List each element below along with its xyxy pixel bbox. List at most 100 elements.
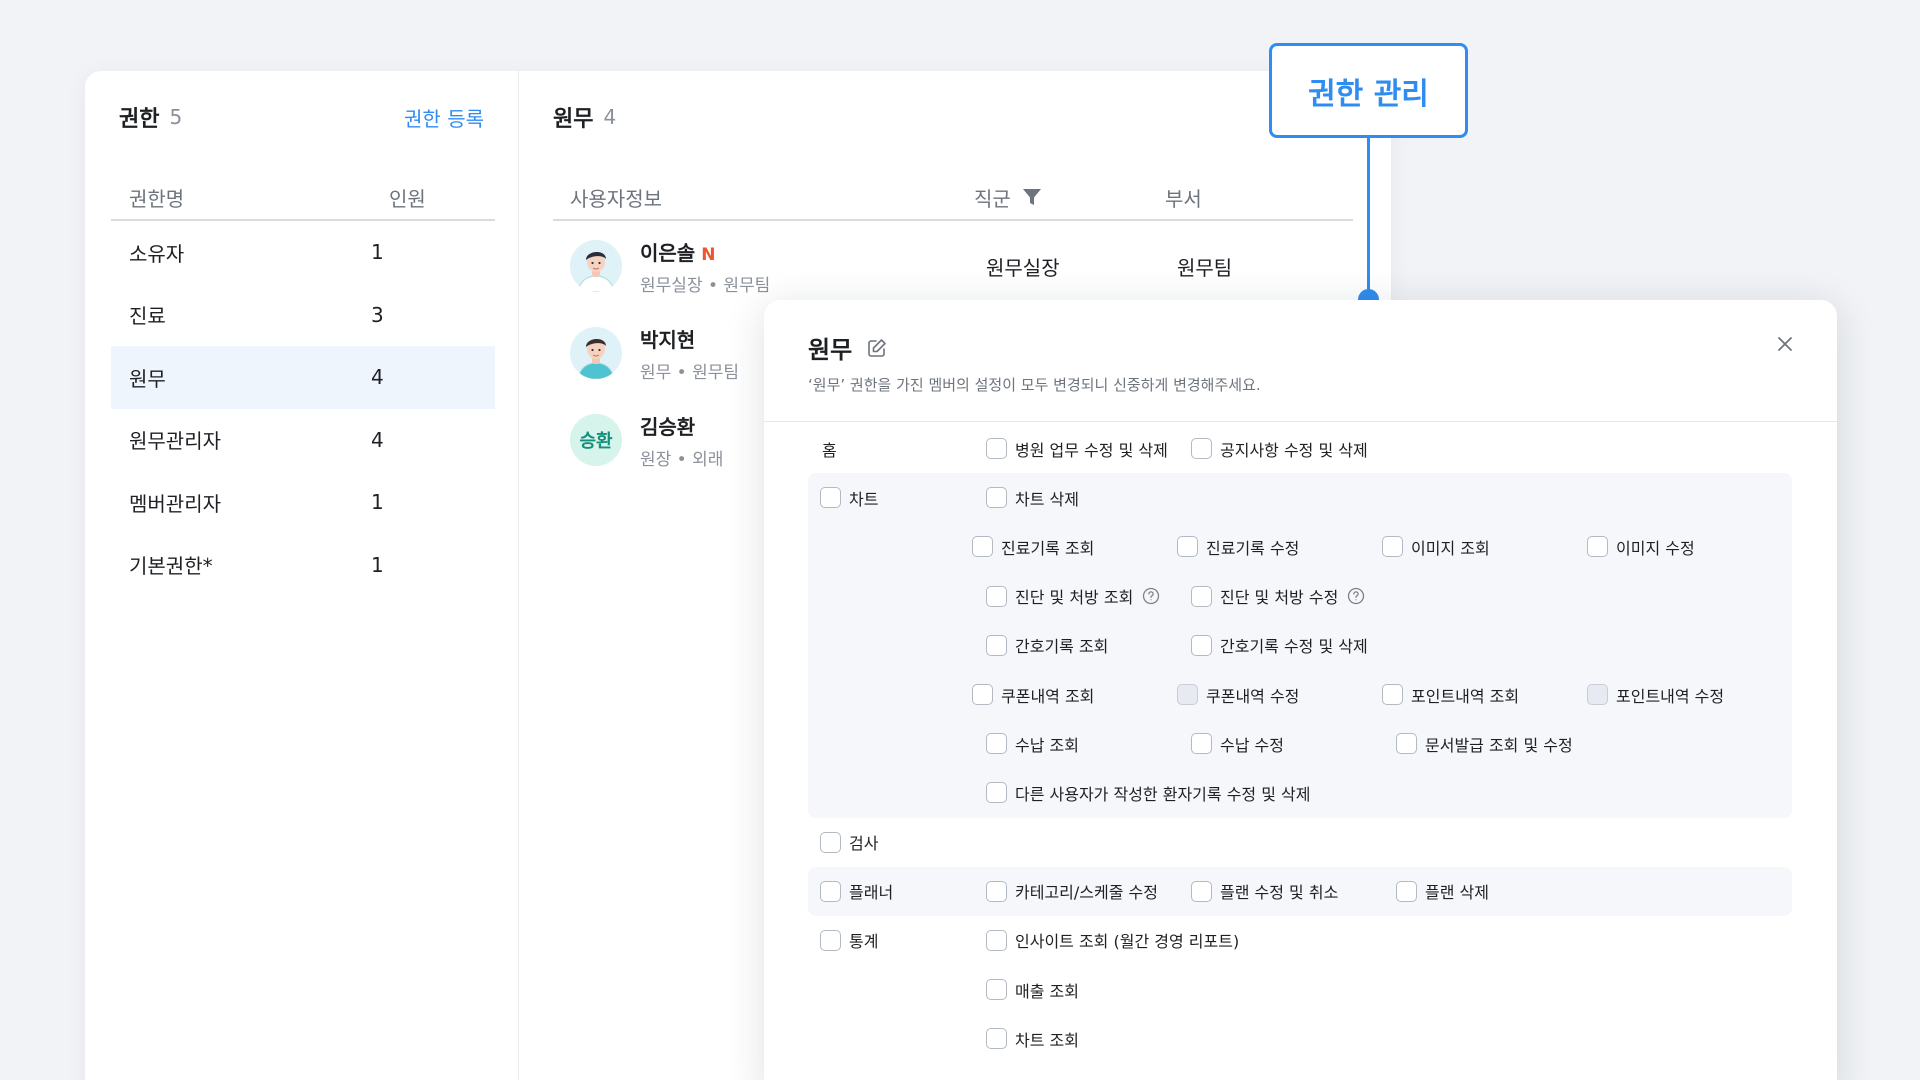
permission-items: 카테고리/스케줄 수정 플랜 수정 및 취소 플랜 삭제 <box>986 879 1601 903</box>
category-checkbox[interactable] <box>820 929 841 951</box>
permission-option[interactable]: 진단 및 처방 수정 <box>1191 584 1396 608</box>
member-info: 이은솔 N 원무실장 • 원무팀 <box>640 237 986 296</box>
permission-checkbox[interactable] <box>1587 536 1608 558</box>
permission-checkbox[interactable] <box>986 438 1007 460</box>
permission-row: 차트 조회 <box>808 1014 1792 1063</box>
permission-option[interactable]: 이미지 수정 <box>1587 535 1792 559</box>
permission-checkbox[interactable] <box>986 880 1007 902</box>
category-cell[interactable]: 통계 <box>808 928 986 952</box>
permission-option[interactable]: 간호기록 조회 <box>986 633 1191 657</box>
permission-label: 간호기록 수정 및 삭제 <box>1220 637 1368 657</box>
permission-checkbox[interactable] <box>1191 733 1212 755</box>
permission-label: 진단 및 처방 조회 <box>1015 588 1134 608</box>
permission-checkbox[interactable] <box>972 684 993 706</box>
permission-option[interactable]: 이미지 조회 <box>1382 535 1587 559</box>
permission-checkbox[interactable] <box>972 536 993 558</box>
role-row[interactable]: 소유자 1 <box>111 221 495 284</box>
close-icon[interactable] <box>1773 332 1797 356</box>
permission-label: 다른 사용자가 작성한 환자기록 수정 및 삭제 <box>1015 784 1311 804</box>
permission-label: 매출 조회 <box>1015 981 1079 1001</box>
permission-checkbox[interactable] <box>986 782 1007 804</box>
permission-option[interactable]: 매출 조회 <box>986 978 1079 1002</box>
edit-icon[interactable] <box>866 337 888 359</box>
permission-checkbox[interactable] <box>1396 733 1417 755</box>
permission-category: 플래너 카테고리/스케줄 수정 플랜 수정 및 취소 플랜 삭제 <box>808 866 1792 916</box>
permission-checkbox[interactable] <box>986 979 1007 1001</box>
permission-checkbox[interactable] <box>1191 634 1212 656</box>
permission-items: 병원 업무 수정 및 삭제 공지사항 수정 및 삭제 <box>986 437 1396 461</box>
category-cell[interactable]: 플래너 <box>808 879 986 903</box>
permission-checkbox[interactable] <box>1382 684 1403 706</box>
role-row[interactable]: 진료 3 <box>111 284 495 347</box>
col-header-role-count: 인원 <box>389 186 426 211</box>
role-member-count: 1 <box>371 490 384 515</box>
permission-option[interactable]: 진료기록 조회 <box>972 535 1177 559</box>
roles-header: 권한 5 권한 등록 <box>119 99 484 135</box>
permission-checkbox[interactable] <box>986 733 1007 755</box>
role-name: 원무 <box>129 366 166 391</box>
permission-option[interactable]: 문서발급 조회 및 수정 <box>1396 732 1601 756</box>
category-cell[interactable]: 차트 <box>808 486 986 510</box>
permission-option[interactable]: 쿠폰내역 수정 <box>1177 683 1382 707</box>
permission-option[interactable]: 차트 조회 <box>986 1027 1079 1051</box>
permission-checkbox[interactable] <box>986 585 1007 607</box>
role-row[interactable]: 원무관리자 4 <box>111 409 495 472</box>
register-role-link[interactable]: 권한 등록 <box>404 103 484 132</box>
category-checkbox[interactable] <box>820 487 841 509</box>
permission-checkbox[interactable] <box>1191 880 1212 902</box>
member-name-row: 이은솔 N <box>640 237 986 266</box>
permission-option[interactable]: 플랜 삭제 <box>1396 879 1601 903</box>
permission-checkbox[interactable] <box>986 634 1007 656</box>
permission-option[interactable]: 포인트내역 수정 <box>1587 683 1792 707</box>
permission-option[interactable]: 공지사항 수정 및 삭제 <box>1191 437 1396 461</box>
role-member-count: 1 <box>371 552 384 577</box>
permission-checkbox[interactable] <box>986 487 1007 509</box>
roles-count: 5 <box>169 105 183 129</box>
help-icon[interactable] <box>1142 587 1160 605</box>
permission-option[interactable]: 다른 사용자가 작성한 환자기록 수정 및 삭제 <box>986 781 1310 805</box>
filter-icon[interactable] <box>1021 186 1043 208</box>
member-row[interactable]: 이은솔 N 원무실장 • 원무팀 원무실장 원무팀 <box>570 231 1330 301</box>
permission-row: 쿠폰내역 조회 쿠폰내역 수정 포인트내역 조회 포인트내역 수정 <box>808 670 1792 719</box>
permission-row: 다른 사용자가 작성한 환자기록 수정 및 삭제 <box>808 768 1792 817</box>
member-rank: 원무실장 <box>986 255 1060 280</box>
permission-label: 진단 및 처방 수정 <box>1220 588 1339 608</box>
permission-option[interactable]: 카테고리/스케줄 수정 <box>986 879 1191 903</box>
permission-option[interactable]: 차트 삭제 <box>986 486 1079 510</box>
role-member-count: 4 <box>371 427 384 452</box>
col-header-rank[interactable]: 직군 <box>974 171 1043 223</box>
permission-label: 인사이트 조회 (월간 경영 리포트) <box>1015 932 1240 952</box>
permission-label: 쿠폰내역 조회 <box>1001 686 1095 706</box>
permission-option[interactable]: 플랜 수정 및 취소 <box>1191 879 1396 903</box>
role-row[interactable]: 기본권한* 1 <box>111 534 495 597</box>
permission-checkbox[interactable] <box>1177 536 1198 558</box>
permission-option[interactable]: 쿠폰내역 조회 <box>972 683 1177 707</box>
permission-option[interactable]: 병원 업무 수정 및 삭제 <box>986 437 1191 461</box>
permission-checkbox[interactable] <box>986 1028 1007 1050</box>
permission-checkbox[interactable] <box>1396 880 1417 902</box>
category-checkbox[interactable] <box>820 831 841 853</box>
permission-items: 인사이트 조회 (월간 경영 리포트) <box>986 928 1239 952</box>
permission-checkbox[interactable] <box>1191 438 1212 460</box>
permission-option[interactable]: 진료기록 수정 <box>1177 535 1382 559</box>
category-cell[interactable]: 검사 <box>808 830 986 854</box>
permission-option[interactable]: 간호기록 수정 및 삭제 <box>1191 633 1396 657</box>
permission-label: 포인트내역 조회 <box>1411 686 1520 706</box>
permission-checkbox[interactable] <box>1191 585 1212 607</box>
help-icon[interactable] <box>1347 587 1365 605</box>
category-checkbox[interactable] <box>820 880 841 902</box>
permission-checkbox[interactable] <box>1382 536 1403 558</box>
role-row[interactable]: 원무 4 <box>111 346 495 409</box>
permission-option[interactable]: 수납 조회 <box>986 732 1191 756</box>
permission-label: 차트 삭제 <box>1015 489 1079 509</box>
permission-option[interactable]: 수납 수정 <box>1191 732 1396 756</box>
permission-label: 수납 조회 <box>1015 735 1079 755</box>
member-name: 김승환 <box>640 414 696 439</box>
permission-checkbox[interactable] <box>986 929 1007 951</box>
role-row[interactable]: 멤버관리자 1 <box>111 471 495 534</box>
permission-option[interactable]: 인사이트 조회 (월간 경영 리포트) <box>986 928 1239 952</box>
permission-option[interactable]: 진단 및 처방 조회 <box>986 584 1191 608</box>
modal-title-row: 원무 <box>808 330 888 365</box>
permission-option[interactable]: 포인트내역 조회 <box>1382 683 1587 707</box>
role-member-count: 1 <box>371 240 384 265</box>
